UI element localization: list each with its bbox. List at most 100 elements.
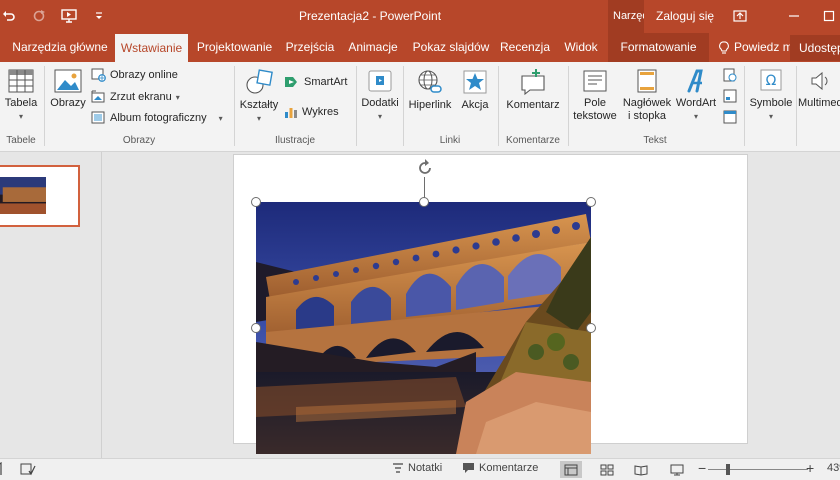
smartart-button[interactable]: SmartArt	[284, 75, 347, 89]
title-bar: Prezentacja2 - PowerPoint Narzędzia obra…	[0, 0, 840, 33]
lightbulb-icon	[719, 40, 729, 54]
resize-handle-top[interactable]	[419, 197, 429, 207]
tab-transitions[interactable]: Przejścia	[281, 33, 339, 62]
screenshot-label: Zrzut ekranu	[110, 91, 172, 103]
resize-handle-top-right[interactable]	[586, 197, 596, 207]
tab-home[interactable]: Narzędzia główne	[8, 33, 112, 62]
group-divider	[403, 66, 404, 146]
group-divider	[744, 66, 745, 146]
shapes-button[interactable]: Kształty ▾	[238, 68, 280, 125]
shapes-label: Kształty	[239, 99, 279, 111]
comments-label: Komentarze	[479, 462, 539, 474]
comments-button[interactable]: Komentarze	[462, 462, 538, 474]
status-bar: Notatki Komentarze − + 43%	[0, 458, 840, 480]
zoom-slider-track[interactable]	[708, 469, 808, 470]
redo-icon[interactable]	[30, 7, 48, 25]
ribbon-insert: Tabela ▾ Tabele Obrazy Obrazy online Zrz…	[0, 62, 840, 152]
slide-thumbnail[interactable]	[0, 165, 80, 227]
group-divider	[498, 66, 499, 146]
notes-button[interactable]: Notatki	[392, 462, 442, 474]
symbols-button[interactable]: Ω Symbole ▾	[747, 68, 795, 123]
screenshot-button[interactable]: Zrzut ekranu ▾	[91, 90, 180, 104]
customize-qat-icon[interactable]	[90, 7, 108, 25]
rotate-icon	[419, 159, 431, 174]
tab-view[interactable]: Widok	[558, 33, 604, 62]
resize-handle-top-left[interactable]	[251, 197, 261, 207]
text-box-button[interactable]: Pole tekstowe	[572, 68, 618, 123]
online-pictures-icon	[91, 68, 106, 82]
media-button[interactable]: Multimedia	[798, 68, 840, 110]
slide-sorter-view-button[interactable]	[596, 461, 618, 478]
text-box-label-2: tekstowe	[573, 110, 617, 122]
minus-icon: −	[698, 460, 707, 476]
group-label-tables: Tabele	[6, 135, 36, 146]
start-from-beginning-icon[interactable]	[60, 7, 78, 25]
tab-format[interactable]: Formatowanie	[608, 33, 709, 62]
zoom-level[interactable]: 43%	[827, 462, 840, 474]
group-divider	[796, 66, 797, 146]
online-pictures-label: Obrazy online	[110, 69, 178, 81]
zoom-slider-thumb[interactable]	[726, 464, 730, 475]
aqueduct-picture[interactable]	[256, 202, 591, 454]
object-icon	[723, 110, 737, 124]
zoom-in-button[interactable]: +	[806, 461, 814, 475]
tab-slide-show[interactable]: Pokaz slajdów	[409, 33, 493, 62]
tell-me-label: Powiedz mi	[734, 40, 796, 54]
wordart-button[interactable]: WordArt ▾	[674, 68, 718, 123]
share-button[interactable]: Udostępnij	[790, 35, 840, 61]
symbols-label: Symbole	[749, 97, 793, 109]
tell-me-box[interactable]: Powiedz mi	[718, 33, 795, 62]
rotate-handle[interactable]	[415, 158, 435, 181]
group-divider	[356, 66, 357, 146]
chart-icon	[285, 108, 297, 118]
tab-animations[interactable]: Animacje	[343, 33, 403, 62]
group-divider	[568, 66, 569, 146]
store-icon	[368, 70, 392, 92]
slide-thumbnail-pane	[0, 152, 102, 458]
group-label-comments: Komentarze	[506, 135, 560, 146]
maximize-button[interactable]	[818, 6, 840, 26]
wordart-icon	[687, 69, 703, 93]
sign-in-link[interactable]: Zaloguj się	[656, 9, 714, 23]
date-time-icon	[723, 68, 737, 82]
notes-icon	[393, 463, 403, 473]
window-title: Prezentacja2 - PowerPoint	[298, 9, 442, 23]
addins-button[interactable]: Dodatki ▾	[359, 68, 401, 123]
comment-icon	[521, 69, 545, 96]
slide-show-view-button[interactable]	[666, 461, 688, 478]
chart-button[interactable]: Wykres	[284, 105, 339, 119]
table-label: Tabela	[4, 97, 38, 109]
tab-insert[interactable]: Wstawianie	[115, 34, 188, 62]
undo-icon[interactable]	[0, 7, 18, 25]
pictures-button[interactable]: Obrazy	[48, 68, 88, 110]
slide-number-button[interactable]	[723, 89, 737, 103]
online-pictures-button[interactable]: Obrazy online	[91, 68, 178, 82]
object-button[interactable]	[723, 110, 737, 124]
picture-icon	[54, 69, 82, 93]
reading-view-button[interactable]	[630, 461, 652, 478]
tab-review[interactable]: Recenzja	[498, 33, 552, 62]
zoom-out-button[interactable]: −	[698, 461, 706, 475]
resize-handle-left[interactable]	[251, 323, 261, 333]
action-button[interactable]: Akcja	[458, 68, 492, 112]
text-box-icon	[583, 70, 607, 92]
ribbon-tab-row: Narzędzia główne Wstawianie Projektowani…	[0, 33, 840, 62]
normal-view-icon	[564, 464, 578, 475]
table-button[interactable]: Tabela ▾	[2, 68, 40, 123]
hyperlink-button[interactable]: Hiperlink	[406, 68, 454, 112]
photo-album-button[interactable]: Album fotograficzny ▾	[91, 111, 223, 125]
comment-button[interactable]: Komentarz	[502, 68, 564, 112]
date-time-button[interactable]	[723, 68, 737, 82]
resize-handle-right[interactable]	[586, 323, 596, 333]
media-label: Multimedia	[798, 97, 840, 109]
tab-design[interactable]: Projektowanie	[193, 33, 276, 62]
ribbon-display-options-button[interactable]	[729, 6, 751, 26]
slide-sorter-icon	[600, 464, 614, 475]
spelling-check-icon[interactable]	[20, 462, 36, 476]
minimize-button[interactable]	[783, 6, 805, 26]
header-footer-button[interactable]: Nagłówek i stopka	[620, 68, 674, 123]
group-label-links: Linki	[439, 135, 461, 146]
normal-view-button[interactable]	[560, 461, 582, 478]
context-tab-header: Narzędzia obrazów	[608, 0, 644, 33]
maximize-icon	[823, 10, 835, 22]
